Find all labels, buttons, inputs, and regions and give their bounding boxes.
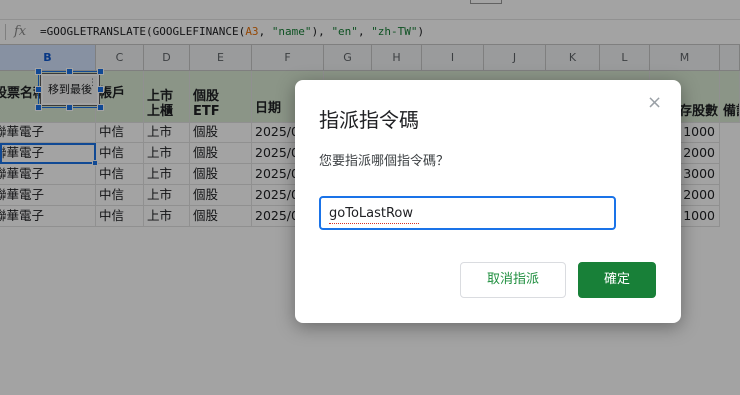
dialog-title: 指派指令碼 <box>319 108 419 132</box>
ok-button[interactable]: 確定 <box>578 262 656 298</box>
assign-script-dialog: 指派指令碼 × 您要指派哪個指令碼？ 取消指派 確定 <box>295 80 681 323</box>
dialog-prompt: 您要指派哪個指令碼？ <box>319 154 450 169</box>
close-icon[interactable]: × <box>647 92 662 113</box>
spellcheck-underline <box>329 221 419 224</box>
cancel-assignment-button[interactable]: 取消指派 <box>460 262 566 298</box>
script-name-input[interactable] <box>319 196 616 230</box>
